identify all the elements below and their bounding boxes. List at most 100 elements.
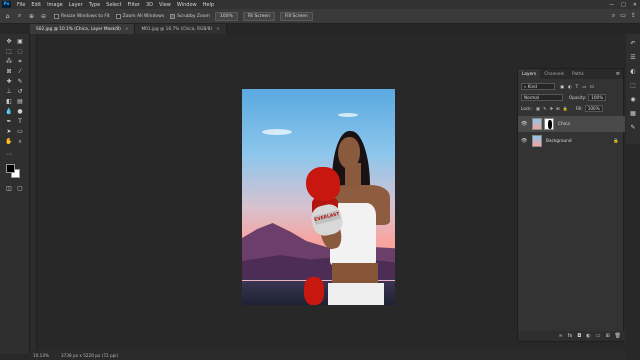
filter-smart-icon[interactable]: ⊡ bbox=[590, 84, 594, 89]
filter-adjust-icon[interactable]: ◐ bbox=[568, 84, 572, 89]
workspace-icon[interactable]: ▭ bbox=[620, 12, 626, 20]
home-icon[interactable]: ⌂ bbox=[3, 12, 12, 21]
history-brush-tool-icon[interactable]: ↺ bbox=[15, 87, 25, 96]
filter-type-icon[interactable]: T bbox=[576, 84, 579, 89]
more-tools-icon[interactable]: ⋯ bbox=[4, 150, 14, 159]
delete-layer-icon[interactable]: 🗑 bbox=[615, 333, 621, 339]
color-icon[interactable]: ◉ bbox=[628, 94, 638, 104]
layer-style-icon[interactable]: fx bbox=[568, 333, 573, 339]
zoom-100-button[interactable]: 100% bbox=[214, 11, 238, 21]
visibility-eye-icon[interactable]: 👁 bbox=[521, 138, 529, 144]
kind-filter-select[interactable]: ⌕ Kind bbox=[521, 83, 555, 90]
type-tool-icon[interactable]: T bbox=[15, 117, 25, 126]
filter-pixel-icon[interactable]: ▣ bbox=[560, 84, 564, 89]
layer-row-chica[interactable]: 👁 Chica bbox=[518, 116, 625, 132]
zoom-all-windows-checkbox[interactable]: Zoom All Windows bbox=[115, 13, 164, 19]
share-icon[interactable]: ⇪ bbox=[631, 12, 636, 20]
menu-3d[interactable]: 3D bbox=[143, 2, 156, 8]
adjustment-layer-icon[interactable]: ◐ bbox=[586, 333, 590, 339]
lock-pixels-icon[interactable]: ▦ bbox=[536, 106, 540, 111]
tab-m01[interactable]: M01.jpg @ 16.7% (Chica, RGB/8) × bbox=[135, 24, 227, 34]
menu-select[interactable]: Select bbox=[103, 2, 124, 8]
options-bar: ⌂ ⌕ ⊕ ⊖ Resize Windows to Fit Zoom All W… bbox=[0, 9, 640, 24]
menu-view[interactable]: View bbox=[156, 2, 174, 8]
libraries-icon[interactable]: ⬚ bbox=[628, 80, 638, 90]
quick-select-tool-icon[interactable]: ⁂ bbox=[4, 57, 14, 66]
search-icon[interactable]: ⌕ bbox=[612, 12, 615, 20]
menu-filter[interactable]: Filter bbox=[125, 2, 143, 8]
brush-tool-icon[interactable]: ✎ bbox=[15, 77, 25, 86]
tab-layers[interactable]: Layers bbox=[518, 69, 541, 79]
swatches-icon[interactable]: ▦ bbox=[628, 108, 638, 118]
tab-channels[interactable]: Channels bbox=[540, 69, 568, 79]
zoom-level[interactable]: 10.14% bbox=[33, 353, 49, 358]
lock-all-icon[interactable]: 🔒 bbox=[562, 106, 567, 112]
menu-window[interactable]: Window bbox=[174, 2, 200, 8]
lasso-tool-icon[interactable]: ◌ bbox=[15, 47, 25, 56]
pen-tool-icon[interactable]: ✒ bbox=[4, 117, 14, 126]
clone-stamp-tool-icon[interactable]: ⊥ bbox=[4, 87, 14, 96]
zoom-tool-icon[interactable]: ⌕ bbox=[15, 12, 24, 21]
tab-close-icon[interactable]: × bbox=[216, 27, 220, 32]
foreground-color-swatch[interactable] bbox=[6, 164, 15, 173]
tab-s02[interactable]: S02.jpg @ 10.1% (Chica, Layer Mask/8) × bbox=[30, 24, 136, 34]
healing-brush-tool-icon[interactable]: ✚ bbox=[4, 77, 14, 86]
cloud bbox=[338, 113, 358, 117]
hand-tool-icon[interactable]: ✋ bbox=[4, 137, 14, 146]
lock-paint-icon[interactable]: ✎ bbox=[543, 106, 547, 111]
tab-close-icon[interactable]: × bbox=[125, 27, 129, 32]
lock-move-icon[interactable]: ✥ bbox=[549, 106, 553, 111]
zoom-in-icon[interactable]: ⊕ bbox=[27, 12, 36, 21]
adjustments-icon[interactable]: ◐ bbox=[628, 66, 638, 76]
panel-menu-icon[interactable]: ≡ bbox=[616, 71, 620, 77]
resize-windows-checkbox[interactable]: Resize Windows to Fit bbox=[54, 13, 110, 19]
move-tool-icon[interactable]: ✥ bbox=[4, 37, 14, 46]
fit-screen-button[interactable]: Fit Screen bbox=[242, 11, 275, 21]
gradient-tool-icon[interactable]: ▤ bbox=[15, 97, 25, 106]
menu-help[interactable]: Help bbox=[200, 2, 217, 8]
crop-tool-icon[interactable]: ⌗ bbox=[15, 57, 25, 66]
quick-mask-icon[interactable]: ◫ bbox=[4, 184, 14, 193]
marquee-tool-icon[interactable]: ⬚ bbox=[4, 47, 14, 56]
menu-layer[interactable]: Layer bbox=[66, 2, 86, 8]
menu-image[interactable]: Image bbox=[44, 2, 66, 8]
history-icon[interactable]: ↶ bbox=[628, 38, 638, 48]
link-layers-icon[interactable]: ∞ bbox=[558, 333, 562, 339]
eraser-tool-icon[interactable]: ◧ bbox=[4, 97, 14, 106]
maximize-button[interactable]: □ bbox=[621, 2, 626, 8]
lock-artboard-icon[interactable]: ⊞ bbox=[556, 106, 560, 111]
menu-type[interactable]: Type bbox=[86, 2, 103, 8]
eyedropper-tool-icon[interactable]: ⁄ bbox=[15, 67, 25, 76]
blur-tool-icon[interactable]: 💧 bbox=[4, 107, 14, 116]
scrubby-zoom-checkbox[interactable]: Scrubby Zoom bbox=[170, 13, 210, 19]
properties-icon[interactable]: ☰ bbox=[628, 52, 638, 62]
menu-edit[interactable]: Edit bbox=[28, 2, 44, 8]
fill-input[interactable]: 100% bbox=[584, 105, 603, 112]
visibility-eye-icon[interactable]: 👁 bbox=[521, 121, 529, 127]
new-group-icon[interactable]: ▭ bbox=[596, 333, 601, 339]
minimize-button[interactable]: — bbox=[609, 2, 614, 8]
close-button[interactable]: ✕ bbox=[633, 2, 637, 8]
layer-mask-thumbnail[interactable] bbox=[544, 118, 554, 130]
screen-mode-icon[interactable]: ▢ bbox=[15, 184, 25, 193]
scrubby-zoom-label: Scrubby Zoom bbox=[177, 13, 210, 19]
opacity-input[interactable]: 100% bbox=[588, 94, 607, 101]
path-select-tool-icon[interactable]: ➤ bbox=[4, 127, 14, 136]
filter-shape-icon[interactable]: ▭ bbox=[582, 84, 586, 89]
tab-paths[interactable]: Paths bbox=[568, 69, 588, 79]
menu-file[interactable]: File bbox=[14, 2, 28, 8]
brushes-icon[interactable]: ✎ bbox=[628, 122, 638, 132]
new-layer-icon[interactable]: ⊞ bbox=[605, 333, 609, 339]
layer-name: Chica bbox=[558, 121, 570, 127]
shape-tool-icon[interactable]: ▭ bbox=[15, 127, 25, 136]
fill-screen-button[interactable]: Fill Screen bbox=[279, 11, 313, 21]
zoom-out-icon[interactable]: ⊖ bbox=[39, 12, 48, 21]
blend-mode-select[interactable]: Normal bbox=[521, 94, 563, 101]
artboard-tool-icon[interactable]: ▣ bbox=[15, 37, 25, 46]
layer-row-background[interactable]: 👁 Background 🔒 bbox=[518, 133, 625, 149]
document-image[interactable]: EVERLAST bbox=[242, 89, 395, 305]
add-mask-icon[interactable]: ◘ bbox=[577, 333, 581, 339]
dodge-tool-icon[interactable]: ● bbox=[15, 107, 25, 116]
zoom-tool-icon[interactable]: ⌕ bbox=[15, 137, 25, 146]
frame-tool-icon[interactable]: ⊠ bbox=[4, 67, 14, 76]
